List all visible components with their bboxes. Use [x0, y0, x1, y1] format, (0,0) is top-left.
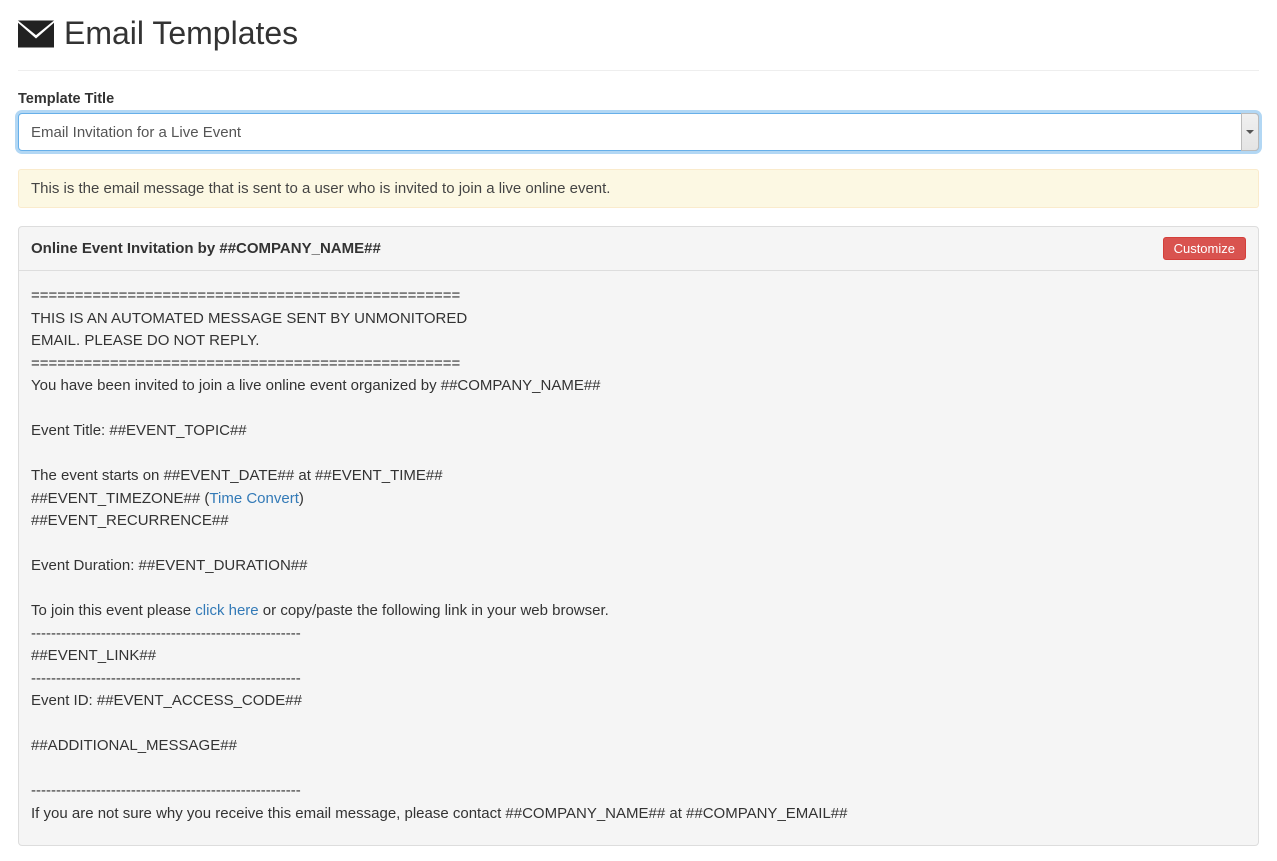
- body-line: ========================================…: [31, 285, 1246, 308]
- body-line: [31, 578, 1246, 601]
- template-description: This is the email message that is sent t…: [18, 169, 1259, 208]
- body-line: Event Title: ##EVENT_TOPIC##: [31, 420, 1246, 443]
- click-here-link[interactable]: click here: [195, 602, 258, 619]
- time-convert-link[interactable]: Time Convert: [209, 490, 298, 507]
- body-line: ##ADDITIONAL_MESSAGE##: [31, 735, 1246, 758]
- body-line: Event Duration: ##EVENT_DURATION##: [31, 555, 1246, 578]
- body-line: If you are not sure why you receive this…: [31, 803, 1246, 826]
- body-line: [31, 713, 1246, 736]
- body-line: ##EVENT_RECURRENCE##: [31, 510, 1246, 533]
- body-line: ##EVENT_TIMEZONE## (Time Convert): [31, 488, 1246, 511]
- body-line: [31, 398, 1246, 421]
- body-line: ----------------------------------------…: [31, 623, 1246, 646]
- email-body: ========================================…: [19, 271, 1258, 845]
- envelope-icon: [18, 19, 54, 49]
- email-subject: Online Event Invitation by ##COMPANY_NAM…: [31, 240, 381, 257]
- body-line: The event starts on ##EVENT_DATE## at ##…: [31, 465, 1246, 488]
- template-title-label: Template Title: [18, 91, 1259, 107]
- template-preview-panel: Online Event Invitation by ##COMPANY_NAM…: [18, 226, 1259, 846]
- body-line: [31, 533, 1246, 556]
- body-line: ##EVENT_LINK##: [31, 645, 1246, 668]
- body-line: You have been invited to join a live onl…: [31, 375, 1246, 398]
- body-line: To join this event please click here or …: [31, 600, 1246, 623]
- body-line: ----------------------------------------…: [31, 780, 1246, 803]
- body-line: Event ID: ##EVENT_ACCESS_CODE##: [31, 690, 1246, 713]
- body-line: EMAIL. PLEASE DO NOT REPLY.: [31, 330, 1246, 353]
- customize-button[interactable]: Customize: [1163, 237, 1246, 260]
- body-line: [31, 443, 1246, 466]
- body-line: ========================================…: [31, 353, 1246, 376]
- page-header: Email Templates: [18, 15, 1259, 71]
- body-line: THIS IS AN AUTOMATED MESSAGE SENT BY UNM…: [31, 308, 1246, 331]
- body-line: ----------------------------------------…: [31, 668, 1246, 691]
- page-title: Email Templates: [64, 15, 298, 52]
- body-line: [31, 758, 1246, 781]
- template-select[interactable]: Email Invitation for a Live Event: [18, 113, 1259, 151]
